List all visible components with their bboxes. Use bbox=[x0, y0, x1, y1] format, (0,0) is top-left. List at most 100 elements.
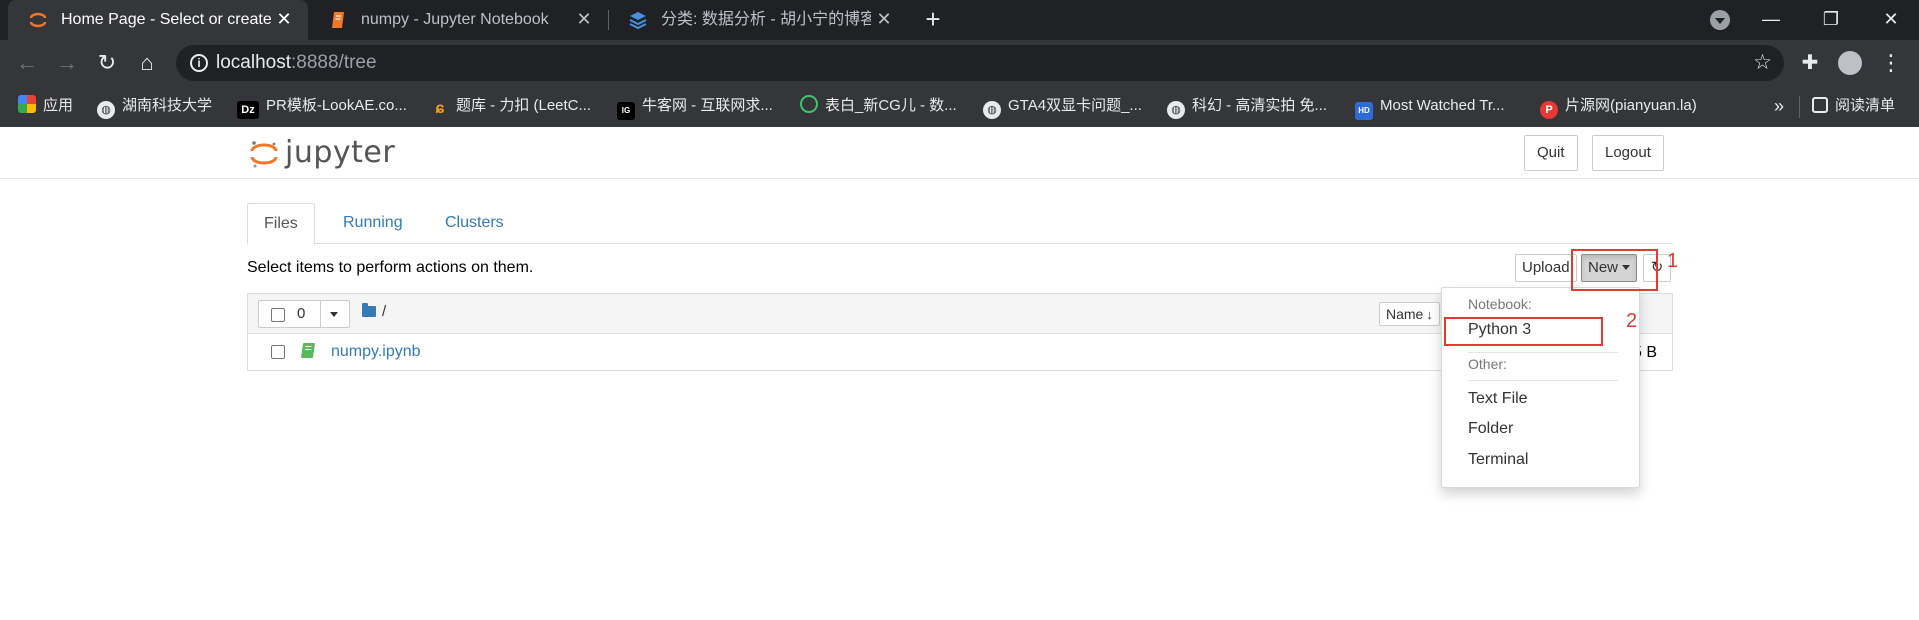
notebook-section-header: Notebook: bbox=[1468, 296, 1532, 312]
browser-tab-home[interactable]: Home Page - Select or create a notebook … bbox=[8, 0, 308, 40]
tab-strip: Home Page - Select or create a notebook … bbox=[0, 0, 1919, 40]
bookmark-pianyuan[interactable]: P 片源网(pianyuan.la) bbox=[1540, 95, 1697, 119]
bookmark-hnust[interactable]: ◍ 湖南科技大学 bbox=[97, 95, 213, 119]
upload-button[interactable]: Upload bbox=[1515, 254, 1577, 282]
annotation-box-new bbox=[1571, 249, 1658, 291]
jupyter-header: jupyter Quit Logout bbox=[0, 127, 1919, 179]
menu-item-text-file[interactable]: Text File bbox=[1468, 389, 1528, 409]
sort-by-name-button[interactable]: Name ↓ bbox=[1379, 302, 1440, 326]
globe-icon: ◍ bbox=[983, 101, 1001, 119]
bookmark-leetcode[interactable]: ɕ 题库 - 力扣 (LeetC... bbox=[431, 95, 591, 117]
bookmark-label: Most Watched Tr... bbox=[1380, 97, 1505, 114]
browser-tab-numpy[interactable]: numpy - Jupyter Notebook ✕ bbox=[308, 0, 608, 40]
row-checkbox[interactable] bbox=[271, 345, 285, 359]
cg-icon bbox=[800, 95, 818, 113]
notebook-icon bbox=[300, 343, 316, 358]
bookmark-nowcoder[interactable]: IG 牛客网 - 互联网求... bbox=[617, 95, 773, 120]
logout-button[interactable]: Logout bbox=[1592, 135, 1664, 171]
menu-item-folder[interactable]: Folder bbox=[1468, 419, 1513, 439]
jupyter-page: jupyter Quit Logout Files Running Cluste… bbox=[0, 127, 1919, 620]
selected-count: 0 bbox=[297, 305, 306, 322]
caret-down-icon bbox=[330, 312, 338, 317]
leetcode-icon: ɕ bbox=[435, 100, 445, 117]
menu-item-terminal[interactable]: Terminal bbox=[1468, 450, 1528, 470]
jupyter-logo-icon bbox=[250, 141, 278, 168]
layers-icon bbox=[629, 12, 647, 30]
quit-button[interactable]: Quit bbox=[1524, 135, 1578, 171]
info-icon[interactable]: i bbox=[190, 54, 208, 72]
more-menu-icon[interactable]: ⋮ bbox=[1880, 49, 1902, 77]
window-close-icon[interactable]: ✕ bbox=[1861, 0, 1919, 40]
tab-search-icon[interactable] bbox=[1710, 10, 1730, 30]
bookmark-most-watched[interactable]: HD Most Watched Tr... bbox=[1355, 95, 1505, 120]
menu-divider bbox=[1468, 380, 1618, 381]
bookmark-label: 应用 bbox=[43, 97, 74, 114]
bookmarks-overflow-chevron-icon[interactable]: » bbox=[1774, 95, 1784, 117]
bookmark-gta4[interactable]: ◍ GTA4双显卡问题_... bbox=[983, 95, 1142, 119]
tab-running[interactable]: Running bbox=[327, 203, 419, 244]
globe-icon: ◍ bbox=[97, 101, 115, 119]
browser-chrome: Home Page - Select or create a notebook … bbox=[0, 0, 1919, 127]
reading-list-icon bbox=[1812, 97, 1828, 113]
browser-tab-title: 分类: 数据分析 - 胡小宁的博客 bbox=[661, 11, 871, 28]
tab-files[interactable]: Files bbox=[247, 203, 315, 245]
instructions-text: Select items to perform actions on them. bbox=[247, 259, 534, 276]
select-all-checkbox[interactable] bbox=[271, 308, 285, 322]
bookmark-star-icon[interactable]: ☆ bbox=[1753, 51, 1772, 75]
bookmark-label: GTA4双显卡问题_... bbox=[1008, 97, 1142, 114]
select-dropdown-button[interactable] bbox=[320, 301, 349, 327]
notebook-icon bbox=[332, 12, 344, 28]
address-url[interactable]: localhost:8888/tree bbox=[216, 53, 377, 73]
bookmark-cg[interactable]: 表白_新CG儿 - 数... bbox=[800, 95, 957, 117]
browser-toolbar: ← → ↻ ⌂ i localhost:8888/tree ☆ ✚ ⋮ bbox=[0, 40, 1919, 86]
browser-tab-blog[interactable]: 分类: 数据分析 - 胡小宁的博客 ✕ bbox=[608, 0, 908, 40]
select-all-group: 0 bbox=[258, 300, 350, 328]
bookmark-label: 表白_新CG儿 - 数... bbox=[825, 97, 957, 114]
close-icon[interactable]: ✕ bbox=[874, 9, 894, 29]
bookmark-label: 科幻 - 高清实拍 免... bbox=[1192, 97, 1328, 114]
breadcrumb[interactable]: / bbox=[382, 302, 386, 322]
address-bar[interactable]: i localhost:8888/tree ☆ bbox=[176, 45, 1784, 81]
globe-icon: ◍ bbox=[1167, 101, 1185, 119]
back-arrow-icon[interactable]: ← bbox=[12, 48, 42, 78]
close-icon[interactable]: ✕ bbox=[574, 9, 594, 29]
menu-divider bbox=[1468, 352, 1618, 353]
extensions-puzzle-icon[interactable]: ✚ bbox=[1799, 52, 1821, 74]
bookmark-label: 片源网(pianyuan.la) bbox=[1565, 97, 1697, 114]
home-icon[interactable]: ⌂ bbox=[132, 48, 162, 78]
tab-clusters[interactable]: Clusters bbox=[429, 203, 520, 244]
folder-icon[interactable] bbox=[362, 303, 376, 317]
annotation-number-2: 2 bbox=[1626, 310, 1638, 332]
other-section-header: Other: bbox=[1468, 356, 1507, 372]
restore-icon[interactable]: ❐ bbox=[1801, 0, 1861, 40]
bookmark-label: 牛客网 - 互联网求... bbox=[642, 97, 773, 114]
bookmarks-separator bbox=[1799, 96, 1800, 118]
url-path: :8888/tree bbox=[291, 52, 377, 73]
close-icon[interactable]: ✕ bbox=[274, 9, 294, 29]
browser-tab-title: numpy - Jupyter Notebook bbox=[361, 11, 549, 28]
new-tab-button[interactable]: + bbox=[919, 6, 947, 34]
p-icon: P bbox=[1540, 101, 1558, 119]
url-host: localhost bbox=[216, 52, 291, 73]
forward-arrow-icon[interactable]: → bbox=[52, 48, 82, 78]
bookmark-lookae[interactable]: Dz PR模板-LookAE.co... bbox=[237, 95, 407, 119]
bookmark-label: PR模板-LookAE.co... bbox=[266, 97, 407, 114]
annotation-box-python3 bbox=[1444, 317, 1603, 346]
reading-list-label: 阅读清单 bbox=[1835, 97, 1896, 114]
profile-avatar[interactable] bbox=[1838, 51, 1862, 75]
annotation-number-1: 1 bbox=[1667, 250, 1679, 272]
bookmark-apps[interactable]: 应用 bbox=[18, 95, 73, 117]
apps-grid-icon bbox=[18, 95, 36, 113]
file-name-link[interactable]: numpy.ipynb bbox=[331, 342, 421, 362]
logo-text: jupyter bbox=[285, 135, 396, 170]
minimize-icon[interactable]: — bbox=[1741, 0, 1801, 40]
bookmark-scifi[interactable]: ◍ 科幻 - 高清实拍 免... bbox=[1167, 95, 1328, 119]
tabs-bar: Files Running Clusters bbox=[247, 203, 1673, 245]
nowcoder-icon: IG bbox=[617, 102, 635, 120]
reading-list[interactable]: 阅读清单 bbox=[1812, 95, 1895, 117]
sort-label: Name bbox=[1386, 306, 1424, 322]
bookmark-label: 湖南科技大学 bbox=[122, 97, 213, 114]
reload-icon[interactable]: ↻ bbox=[92, 48, 122, 78]
dz-icon: Dz bbox=[237, 101, 259, 119]
arrow-down-icon: ↓ bbox=[1426, 307, 1433, 322]
